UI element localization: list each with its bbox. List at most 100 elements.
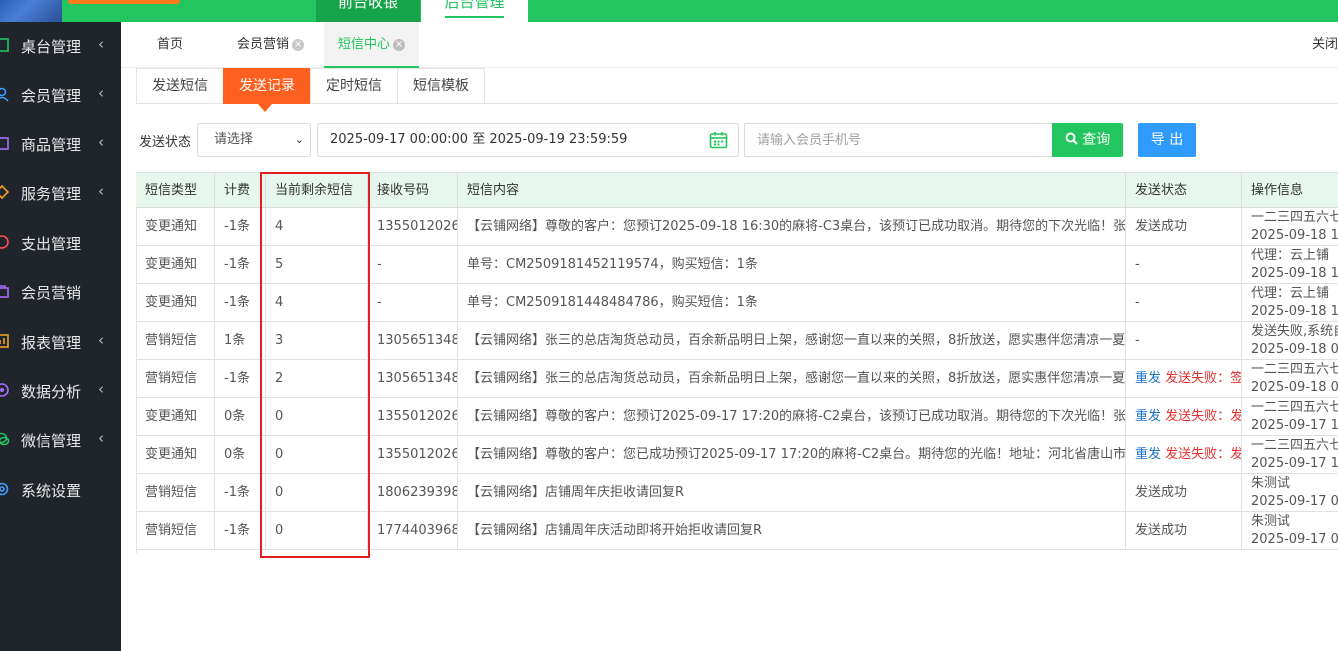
status-filter-label: 发送状态 <box>139 135 192 150</box>
marketing-icon <box>0 285 9 298</box>
cell-phone: 13056513485 <box>368 322 458 360</box>
chevron-left-icon: ‹ <box>98 380 104 398</box>
member-icon <box>0 87 9 102</box>
close-icon[interactable]: × <box>292 39 305 51</box>
operator-name: 朱测试 <box>1251 514 1291 529</box>
date-range-input[interactable]: 2025-09-17 00:00:00 至 2025-09-19 23:59:5… <box>317 123 739 157</box>
cell-status: 发送成功 <box>1126 474 1242 512</box>
cell-type: 变更通知 <box>136 284 215 322</box>
highlight-box <box>260 172 370 558</box>
sidebar-item-member[interactable]: 会员管理 ‹ <box>0 71 121 120</box>
cell-status: - <box>1126 246 1242 284</box>
sidebar-item-label: 会员营销 <box>21 284 82 302</box>
sidebar: 桌台管理 ‹ 会员管理 ‹ 商品管理 ‹ 服务管理 ‹ 支出管理 会员营销 报表… <box>0 22 121 651</box>
operation-time: 2025-09-17 17: <box>1251 418 1338 433</box>
sidebar-item-analysis[interactable]: 数据分析 ‹ <box>0 367 121 416</box>
sidebar-item-goods[interactable]: 商品管理 ‹ <box>0 120 121 169</box>
sidebar-item-report[interactable]: 报表管理 ‹ <box>0 318 121 367</box>
chevron-left-icon: ‹ <box>98 133 104 151</box>
cell-type: 变更通知 <box>136 208 215 246</box>
wechat-icon <box>0 432 10 446</box>
status-text: - <box>1135 333 1140 348</box>
cell-status: - <box>1126 322 1242 360</box>
operation-time: 2025-09-18 14: <box>1251 304 1338 319</box>
page-tabs: 首页 会员营销 × 短信中心 × 关闭 <box>121 22 1338 68</box>
cell-fee: 0条 <box>215 398 266 436</box>
table-icon <box>0 38 9 52</box>
cell-operation: 一二三四五六七 2025-09-17 17: <box>1242 398 1338 436</box>
status-text: 发送失败：发 <box>1165 447 1242 462</box>
operation-time: 2025-09-18 14: <box>1251 266 1338 281</box>
operation-time: 2025-09-17 09: <box>1251 494 1338 509</box>
cell-phone: 13550120265 <box>368 208 458 246</box>
close-tabs-button[interactable]: 关闭 <box>1312 22 1338 68</box>
cell-operation: 代理：云上铺 2025-09-18 14: <box>1242 246 1338 284</box>
close-icon[interactable]: × <box>393 39 406 51</box>
cell-status: 重发 发送失败：发 <box>1126 398 1242 436</box>
sidebar-item-label: 报表管理 <box>21 334 82 352</box>
operator-name: 发送失败,系统自 <box>1251 324 1338 339</box>
resend-link[interactable]: 重发 <box>1135 409 1161 424</box>
tab-send-record[interactable]: 发送记录 <box>223 68 311 104</box>
export-button[interactable]: 导 出 <box>1138 123 1196 157</box>
query-button[interactable]: 查询 <box>1052 123 1123 157</box>
chevron-down-icon: ⌄ <box>294 133 304 146</box>
calendar-icon[interactable] <box>709 131 728 149</box>
cell-operation: 一二三四五六七 2025-09-17 17: <box>1242 436 1338 474</box>
tab-sms-center[interactable]: 短信中心 × <box>324 22 420 68</box>
operator-name: 代理：云上铺 <box>1251 248 1330 263</box>
sidebar-item-service[interactable]: 服务管理 ‹ <box>0 169 121 218</box>
operation-time: 2025-09-17 17: <box>1251 456 1338 471</box>
cell-content: 【云铺网络】张三的总店淘货总动员，百余新品明日上架，感谢您一直以来的关照，8折放… <box>458 322 1126 360</box>
nav-front-cashier[interactable]: 前台收银 <box>316 0 420 22</box>
nav-active-indicator <box>445 16 504 18</box>
chevron-left-icon: ‹ <box>98 35 104 53</box>
resend-link[interactable]: 重发 <box>1135 447 1161 462</box>
logo-accent <box>68 0 180 4</box>
sidebar-item-label: 商品管理 <box>21 136 82 154</box>
top-header <box>0 0 1338 22</box>
tab-scheduled-sms[interactable]: 定时短信 <box>310 68 398 104</box>
status-select[interactable]: 请选择 ⌄ <box>197 123 311 157</box>
operation-time: 2025-09-17 09: <box>1251 532 1338 547</box>
cell-fee: -1条 <box>215 360 266 398</box>
status-text: - <box>1135 295 1140 310</box>
col-header-operation: 操作信息 <box>1242 172 1338 208</box>
status-text: - <box>1135 257 1140 272</box>
sidebar-item-settings[interactable]: 系统设置 <box>0 466 121 515</box>
tab-send-sms[interactable]: 发送短信 <box>136 68 224 104</box>
cell-status: 发送成功 <box>1126 512 1242 550</box>
cell-fee: -1条 <box>215 284 266 322</box>
sidebar-item-label: 会员管理 <box>21 87 82 105</box>
nav-back-office[interactable]: 后台管理 <box>421 0 528 22</box>
cell-phone: 13550120265 <box>368 436 458 474</box>
report-icon <box>0 334 9 348</box>
col-header-content: 短信内容 <box>458 172 1126 208</box>
sidebar-item-expense[interactable]: 支出管理 <box>0 219 121 268</box>
sidebar-item-label: 桌台管理 <box>21 38 82 56</box>
col-header-type: 短信类型 <box>136 172 215 208</box>
status-text: 发送成功 <box>1135 485 1188 500</box>
cell-phone: 13550120265 <box>368 398 458 436</box>
cell-operation: 朱测试 2025-09-17 09: <box>1242 512 1338 550</box>
date-range-value: 2025-09-17 00:00:00 至 2025-09-19 23:59:5… <box>330 132 628 147</box>
cell-content: 【云铺网络】店铺周年庆活动即将开始拒收请回复R <box>458 512 1126 550</box>
tab-marketing[interactable]: 会员营销 × <box>237 22 305 68</box>
cell-operation: 一二三四五六七 2025-09-18 09: <box>1242 360 1338 398</box>
col-header-fee: 计费 <box>215 172 266 208</box>
sidebar-item-marketing[interactable]: 会员营销 <box>0 268 121 317</box>
member-phone-input[interactable] <box>744 123 1053 157</box>
resend-link[interactable]: 重发 <box>1135 371 1161 386</box>
sidebar-item-wechat[interactable]: 微信管理 ‹ <box>0 416 121 465</box>
sidebar-item-table[interactable]: 桌台管理 ‹ <box>0 22 121 71</box>
operator-name: 一二三四五六七 <box>1251 210 1338 225</box>
operator-name: 一二三四五六七 <box>1251 362 1338 377</box>
cell-phone: 13056513485 <box>368 360 458 398</box>
sidebar-item-label: 支出管理 <box>21 235 82 253</box>
tab-home[interactable]: 首页 <box>157 22 183 68</box>
tab-sms-template[interactable]: 短信模板 <box>397 68 485 104</box>
chevron-left-icon: ‹ <box>98 429 104 447</box>
settings-icon <box>0 482 9 496</box>
cell-content: 单号：CM2509181448484786，购买短信：1条 <box>458 284 1126 322</box>
operation-time: 2025-09-18 09: <box>1251 342 1338 357</box>
